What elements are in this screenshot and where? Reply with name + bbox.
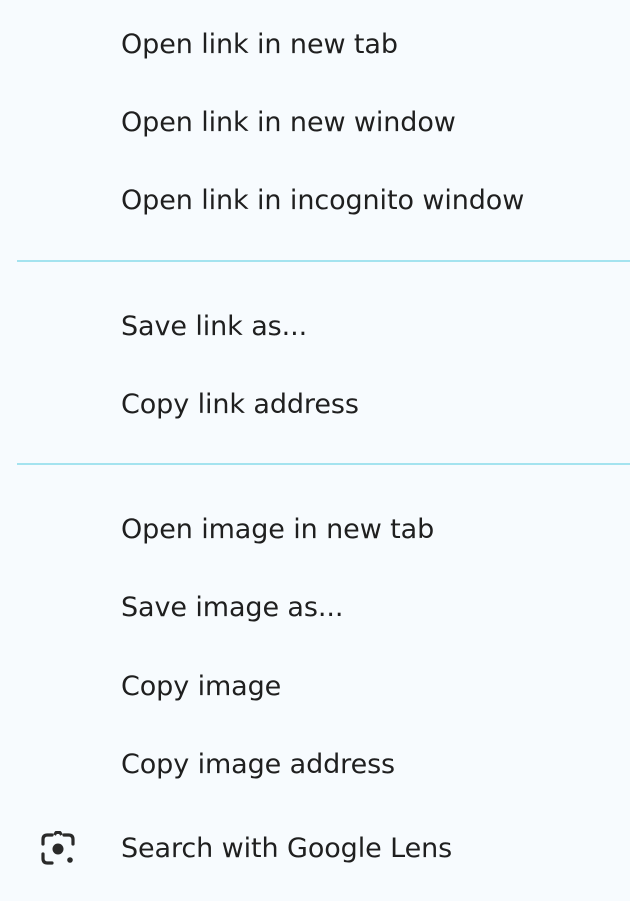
menu-item-save-image-as[interactable]: Save image as... — [0, 576, 630, 640]
menu-item-open-link-incognito[interactable]: Open link in incognito window — [0, 169, 630, 233]
menu-item-copy-link-address[interactable]: Copy link address — [0, 373, 630, 437]
menu-item-search-google-lens[interactable]: Search with Google Lens — [0, 817, 630, 881]
menu-item-copy-image-address[interactable]: Copy image address — [0, 733, 630, 797]
menu-item-label: Open link in incognito window — [121, 185, 525, 216]
menu-separator — [17, 260, 630, 262]
menu-item-open-link-new-tab[interactable]: Open link in new tab — [0, 13, 630, 77]
menu-item-open-link-new-window[interactable]: Open link in new window — [0, 91, 630, 155]
menu-item-label: Search with Google Lens — [121, 833, 453, 864]
menu-item-label: Save link as... — [121, 311, 308, 342]
menu-item-label: Copy link address — [121, 389, 359, 420]
menu-item-label: Copy image — [121, 671, 282, 702]
context-menu: Open link in new tab Open link in new wi… — [0, 0, 630, 901]
menu-item-label: Save image as... — [121, 592, 344, 623]
menu-item-label: Copy image address — [121, 749, 396, 780]
menu-item-open-image-new-tab[interactable]: Open image in new tab — [0, 498, 630, 562]
menu-item-label: Open image in new tab — [121, 514, 435, 545]
menu-item-label: Open link in new tab — [121, 29, 398, 60]
menu-item-copy-image[interactable]: Copy image — [0, 655, 630, 719]
menu-separator — [17, 463, 630, 465]
menu-item-label: Open link in new window — [121, 107, 456, 138]
google-lens-icon — [41, 831, 75, 865]
menu-item-save-link-as[interactable]: Save link as... — [0, 295, 630, 359]
